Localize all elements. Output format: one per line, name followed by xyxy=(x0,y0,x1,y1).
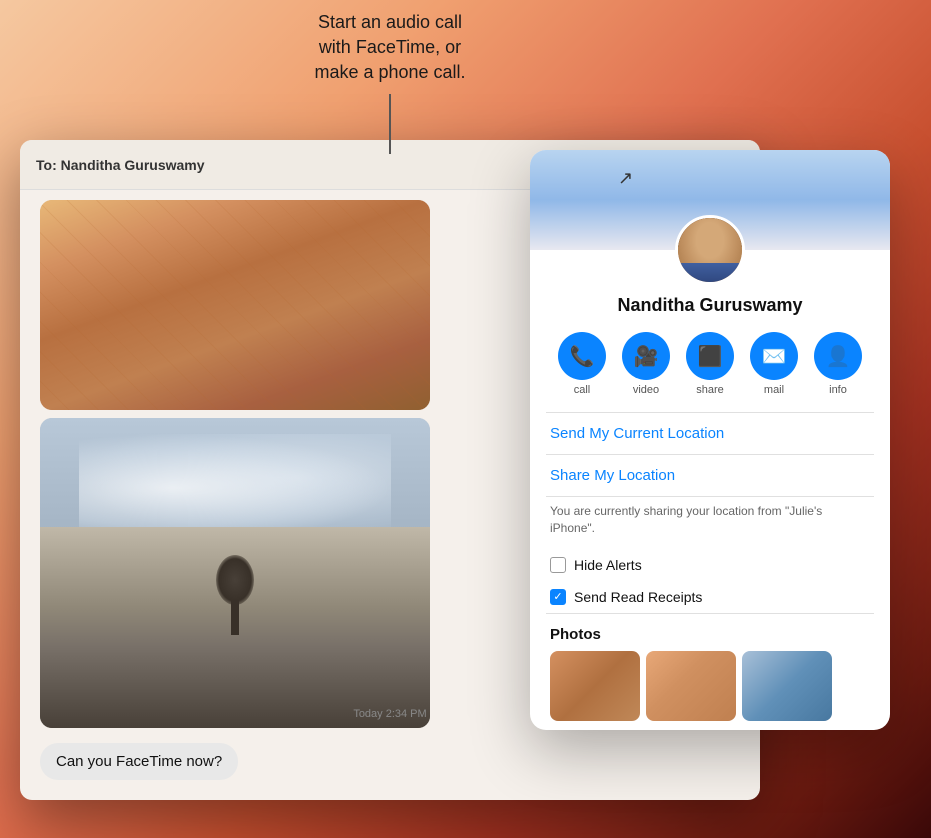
desert-image xyxy=(40,200,430,410)
tooltip-line xyxy=(389,94,391,154)
call-icon: 📞 xyxy=(558,332,606,380)
messages-to-field: To: Nanditha Guruswamy xyxy=(36,157,205,173)
photos-label: Photos xyxy=(550,626,870,643)
share-icon: ⬛ xyxy=(686,332,734,380)
send-read-receipts-label: Send Read Receipts xyxy=(574,589,702,605)
video-icon: 🎥 xyxy=(622,332,670,380)
send-location-item[interactable]: Send My Current Location xyxy=(530,413,890,454)
contact-panel-name: Nanditha Guruswamy xyxy=(530,295,890,316)
avatar xyxy=(675,215,745,285)
mail-button[interactable]: ✉️ mail xyxy=(750,332,798,396)
photo-thumbnail-2[interactable] xyxy=(646,651,736,721)
send-location-label: Send My Current Location xyxy=(550,425,724,442)
photos-section: Photos xyxy=(530,614,890,727)
hide-alerts-checkbox[interactable] xyxy=(550,557,566,573)
mail-icon: ✉️ xyxy=(750,332,798,380)
avatar-shirt xyxy=(678,263,742,282)
panel-gradient xyxy=(530,150,890,250)
landscape-image xyxy=(40,418,430,728)
to-label: To: xyxy=(36,157,57,173)
hide-alerts-item[interactable]: Hide Alerts xyxy=(530,549,890,581)
action-buttons-row: 📞 call 🎥 video ⬛ share ✉️ mail 👤 info xyxy=(550,332,870,396)
send-read-receipts-checkbox[interactable]: ✓ xyxy=(550,589,566,605)
photo-thumbnail-3[interactable] xyxy=(742,651,832,721)
contact-panel: Nanditha Guruswamy 📞 call 🎥 video ⬛ shar… xyxy=(530,150,890,730)
video-button[interactable]: 🎥 video xyxy=(622,332,670,396)
tooltip-text: Start an audio call with FaceTime, or ma… xyxy=(250,10,530,86)
send-read-receipts-item[interactable]: ✓ Send Read Receipts xyxy=(530,581,890,613)
mail-label: mail xyxy=(764,384,784,396)
desert-texture xyxy=(40,200,430,410)
info-panel-button[interactable]: 👤 info xyxy=(814,332,862,396)
hide-alerts-label: Hide Alerts xyxy=(574,557,642,573)
cursor: ↗ xyxy=(618,168,638,188)
recipient-name: Nanditha Guruswamy xyxy=(61,157,205,173)
share-label: share xyxy=(696,384,724,396)
avatar-container xyxy=(675,215,745,285)
share-button[interactable]: ⬛ share xyxy=(686,332,734,396)
location-sharing-text: You are currently sharing your location … xyxy=(530,497,890,549)
message-bubble: Can you FaceTime now? xyxy=(40,743,238,780)
landscape-tree xyxy=(231,595,239,635)
photo-thumbnail-1[interactable] xyxy=(550,651,640,721)
share-location-item[interactable]: Share My Location xyxy=(530,455,890,496)
info-label: info xyxy=(829,384,847,396)
photos-grid xyxy=(550,651,870,721)
share-location-label: Share My Location xyxy=(550,467,675,484)
call-label: call xyxy=(574,384,591,396)
call-button[interactable]: 📞 call xyxy=(558,332,606,396)
tooltip: Start an audio call with FaceTime, or ma… xyxy=(250,10,530,154)
info-icon: 👤 xyxy=(814,332,862,380)
video-label: video xyxy=(633,384,659,396)
message-images xyxy=(40,190,430,728)
